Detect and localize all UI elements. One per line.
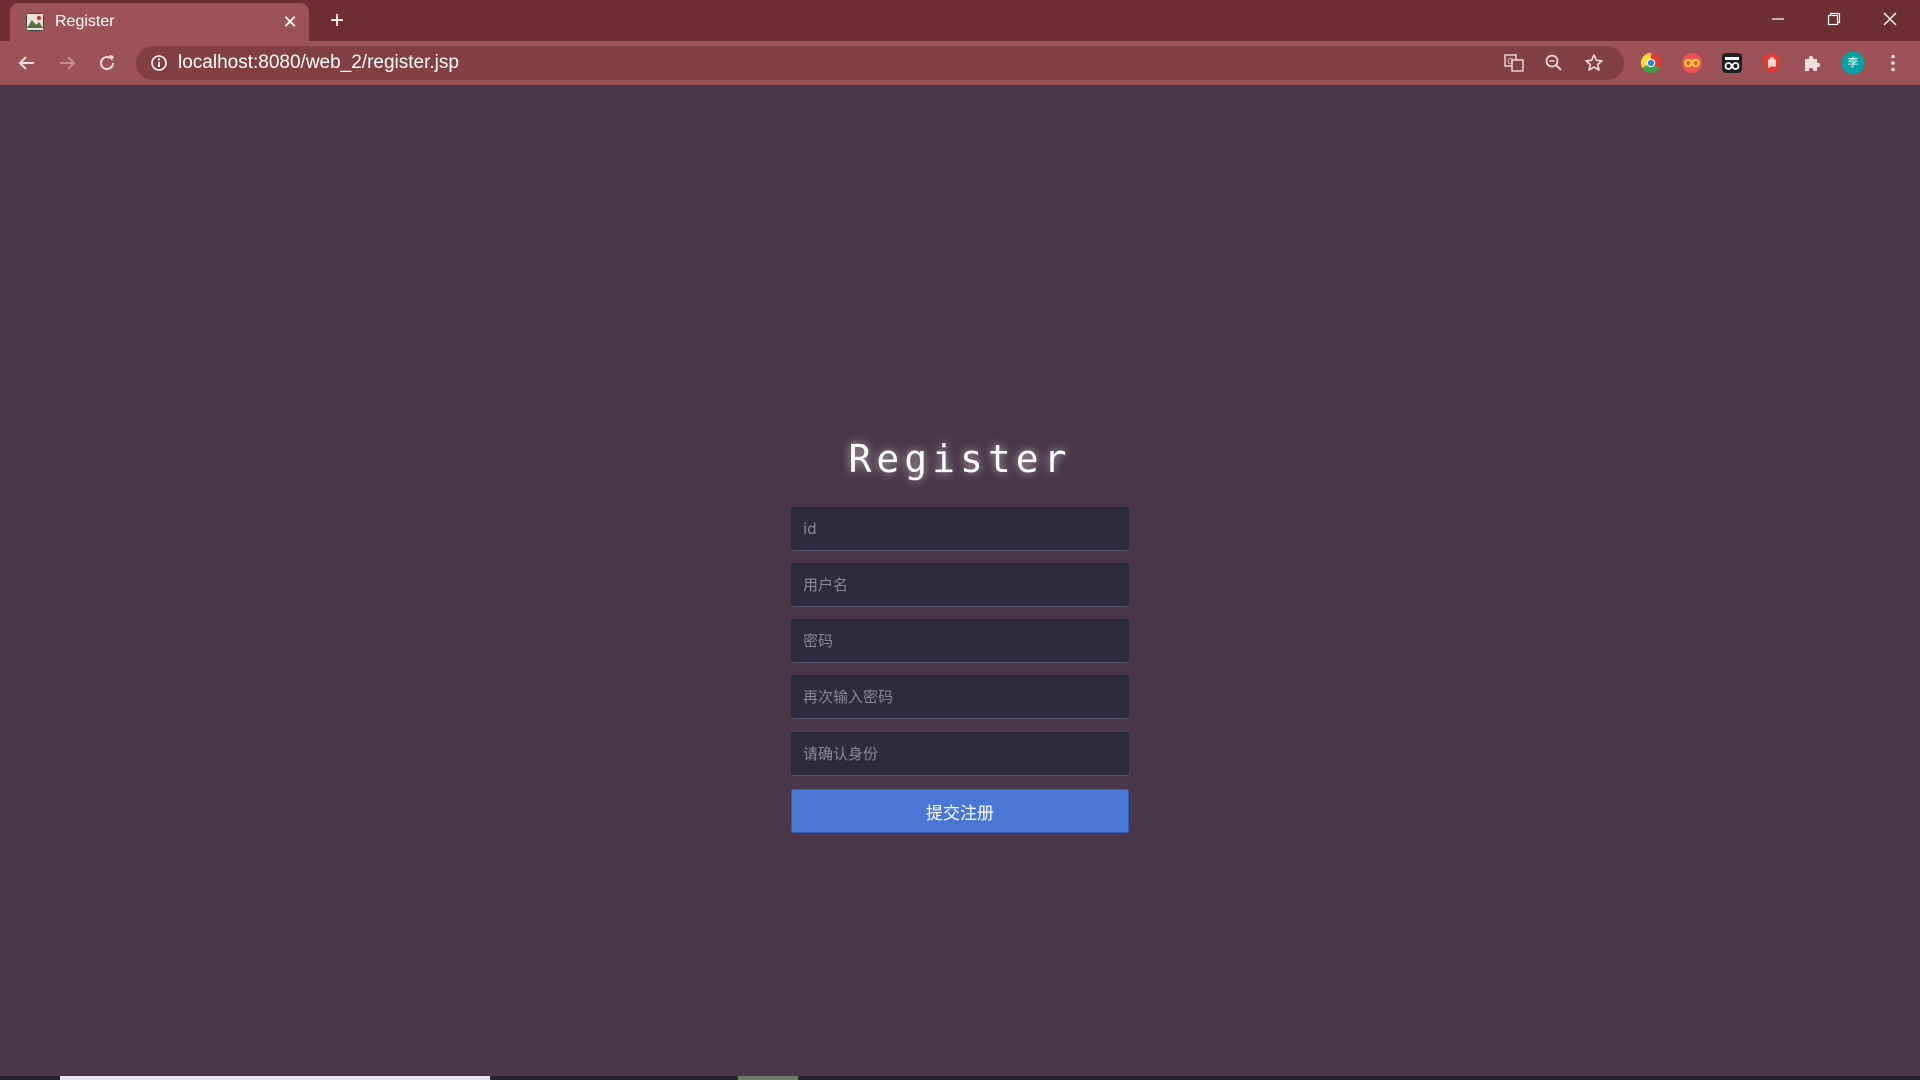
info-icon[interactable] <box>150 54 168 72</box>
tab-close-button[interactable]: ✕ <box>280 12 300 32</box>
password-input[interactable] <box>791 619 1129 663</box>
confirm-password-input[interactable] <box>791 675 1129 719</box>
restore-button[interactable] <box>1806 0 1862 38</box>
hand-icon[interactable] <box>1760 51 1784 75</box>
glasses-icon[interactable] <box>1680 51 1704 75</box>
svg-text:G: G <box>1507 57 1513 66</box>
spy-icon[interactable] <box>1720 51 1744 75</box>
puzzle-icon[interactable] <box>1800 51 1824 75</box>
id-input[interactable] <box>791 507 1129 551</box>
arrow-right-icon <box>60 56 76 70</box>
username-input[interactable] <box>791 563 1129 607</box>
reload-button[interactable] <box>93 49 121 77</box>
tab-strip: Register ✕ + <box>0 0 1920 41</box>
bookmark-star-icon[interactable] <box>1583 52 1605 74</box>
restore-icon <box>1827 12 1841 26</box>
window-close-button[interactable] <box>1862 0 1918 38</box>
chromium-icon[interactable] <box>1639 51 1663 75</box>
profile-initial: 李 <box>1847 56 1859 69</box>
identity-input[interactable] <box>791 732 1129 776</box>
url-input[interactable] <box>178 46 1478 80</box>
image-icon <box>26 13 44 31</box>
browser-tab[interactable]: Register ✕ <box>10 3 309 41</box>
reload-icon <box>100 55 115 71</box>
bottom-segment <box>60 1076 490 1080</box>
new-tab-button[interactable]: + <box>325 9 349 33</box>
minimize-button[interactable] <box>1750 0 1806 38</box>
bottom-strip <box>0 1076 1920 1080</box>
zoom-icon[interactable] <box>1543 52 1565 74</box>
tab-title: Register <box>55 13 115 30</box>
translate-icon[interactable]: G <box>1503 52 1525 74</box>
browser-toolbar: G <box>0 41 1920 85</box>
profile-avatar[interactable]: 李 <box>1841 51 1865 75</box>
back-button[interactable] <box>13 49 41 77</box>
minimize-icon <box>1772 18 1784 20</box>
forward-button[interactable] <box>53 49 81 77</box>
address-bar[interactable]: G <box>136 46 1624 80</box>
page-title: Register <box>848 437 1072 481</box>
bottom-segment <box>738 1076 798 1080</box>
submit-register-button[interactable]: 提交注册 <box>791 789 1129 833</box>
more-icon[interactable] <box>1881 51 1905 75</box>
arrow-left-icon <box>18 56 34 70</box>
close-icon <box>1883 12 1897 26</box>
